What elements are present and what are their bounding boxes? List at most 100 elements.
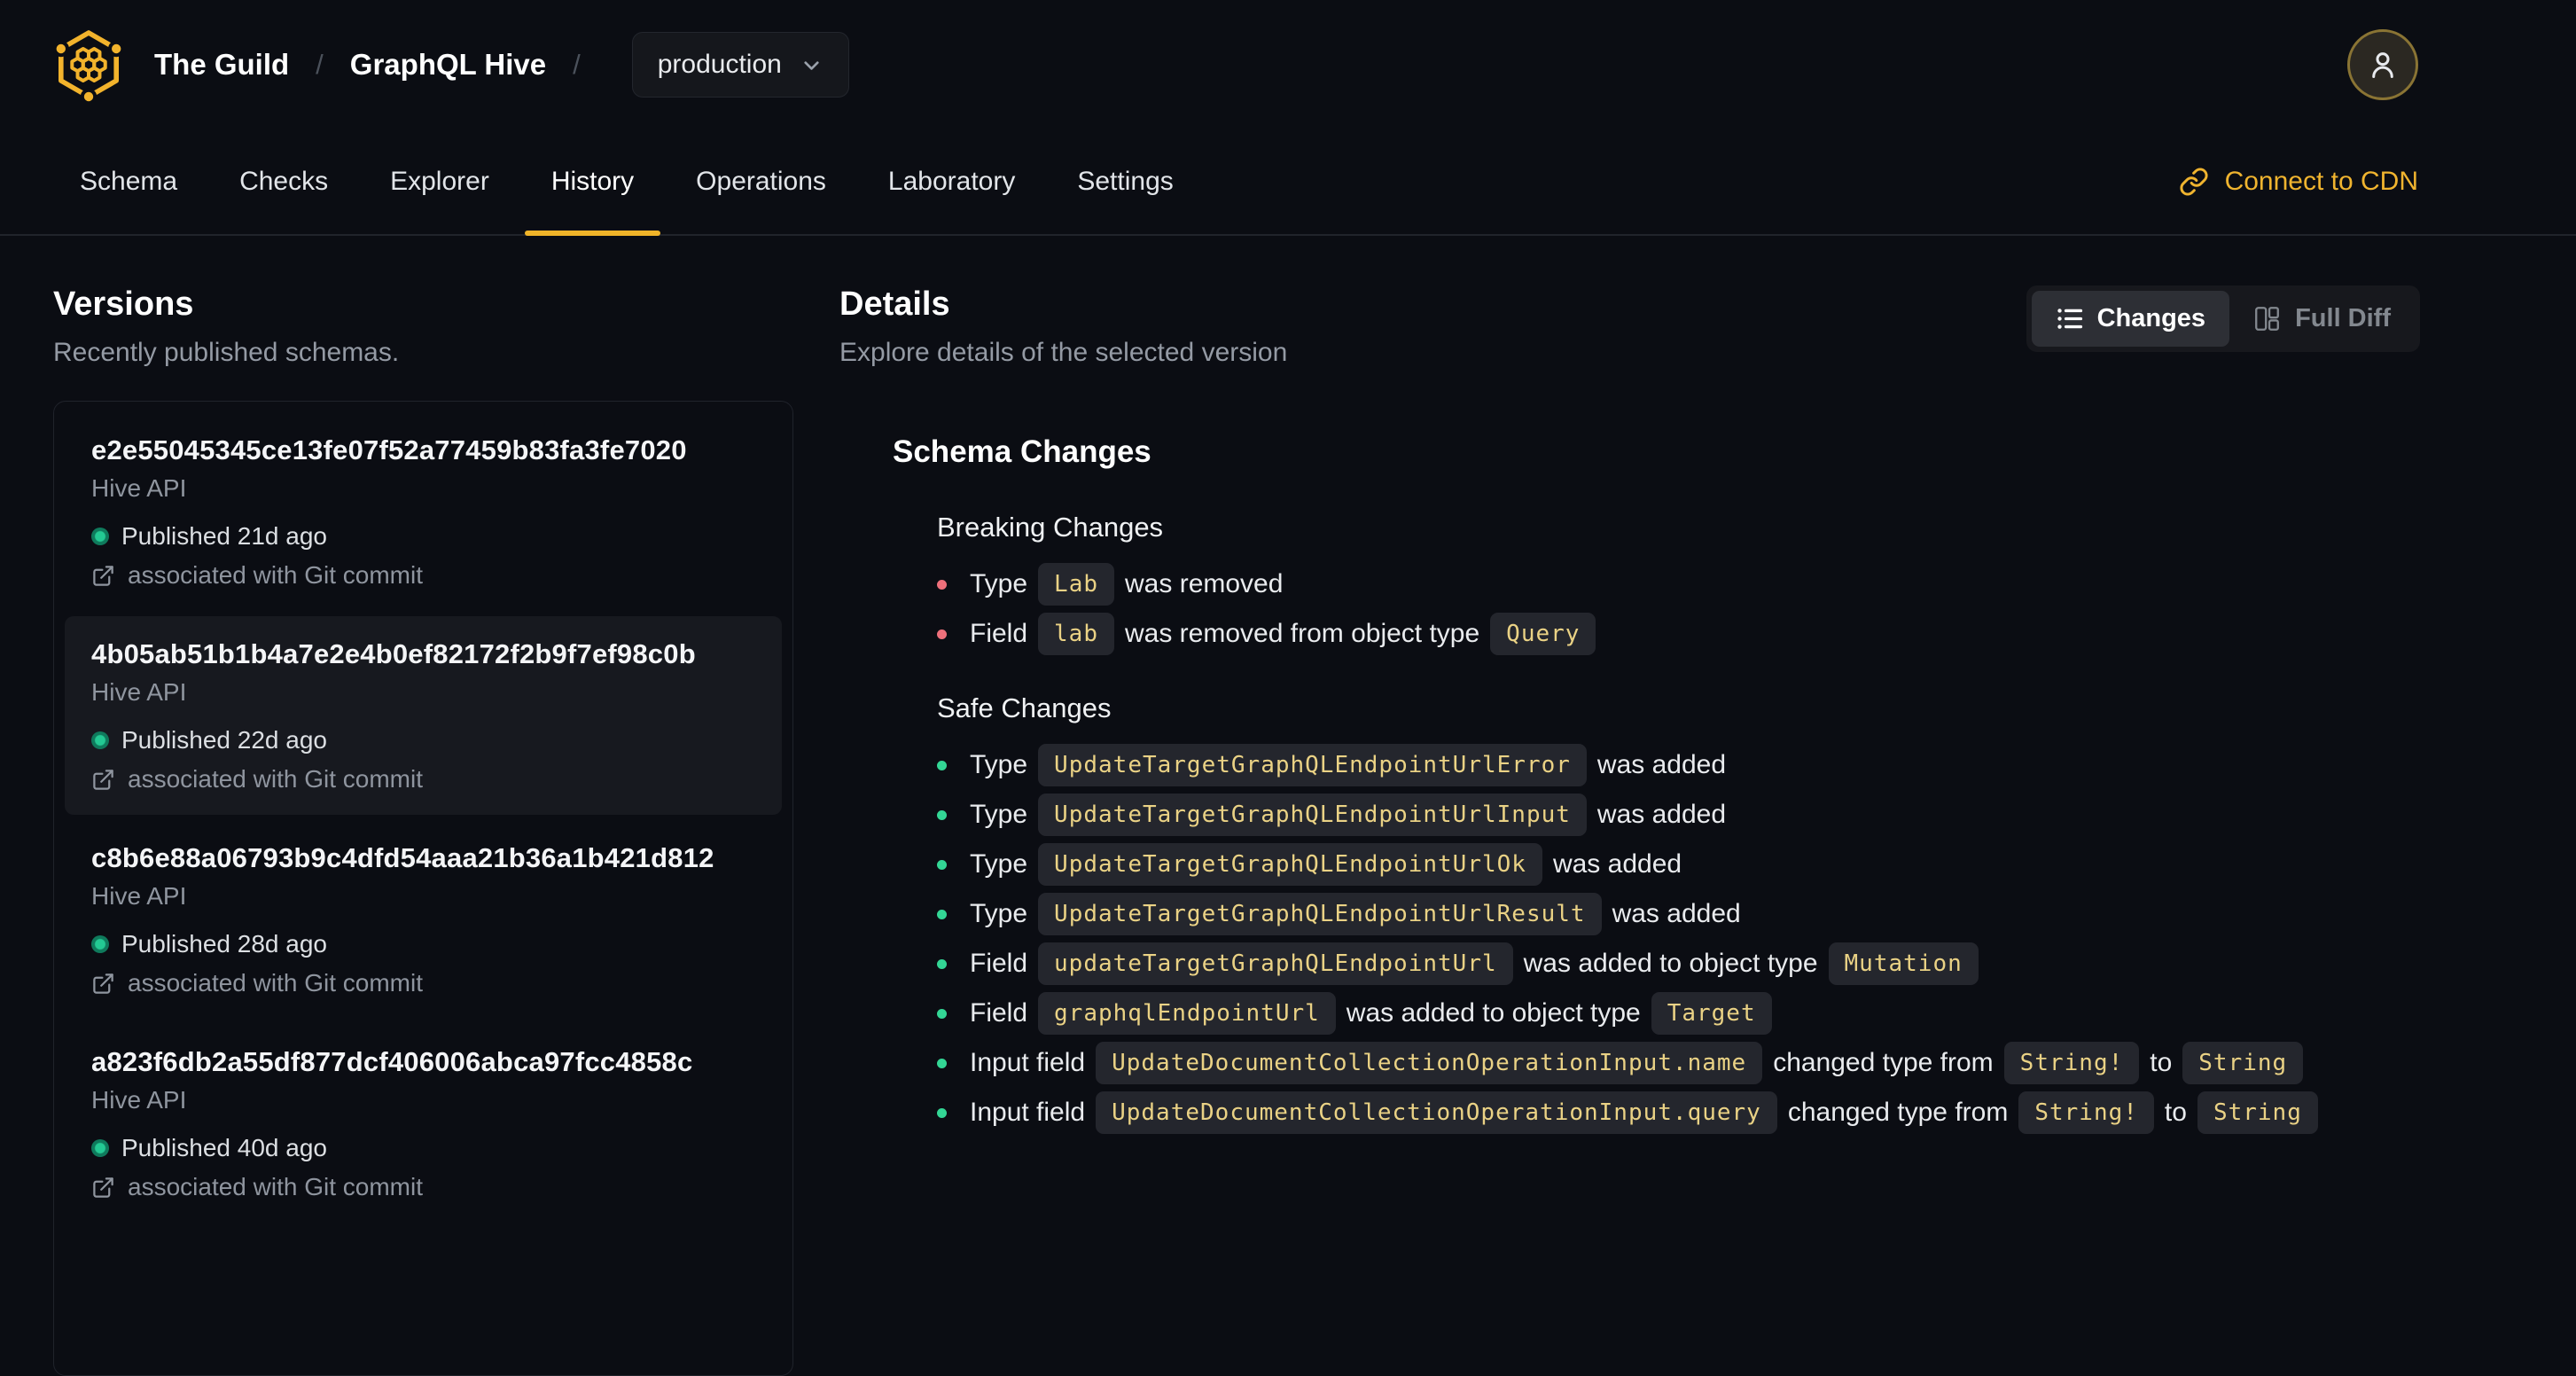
- git-commit-label: associated with Git commit: [128, 969, 423, 997]
- git-commit-link[interactable]: associated with Git commit: [91, 1173, 755, 1201]
- change-item: Field updateTargetGraphQLEndpointUrl was a…: [937, 942, 2420, 986]
- change-text: Input field: [970, 1048, 1086, 1077]
- target-selector-value: production: [657, 50, 782, 79]
- version-hash: c8b6e88a06793b9c4dfd54aaa21b36a1b421d812: [91, 842, 714, 873]
- breadcrumb-separator: /: [316, 49, 324, 80]
- change-text: was removed: [1125, 569, 1284, 598]
- change-bullet-icon: [937, 909, 947, 919]
- change-item: Type UpdateTargetGraphQLEndpointUrlInput w…: [937, 793, 2420, 837]
- code-chip: UpdateTargetGraphQLEndpointUrlError: [1038, 744, 1587, 786]
- tab-laboratory[interactable]: Laboratory: [886, 129, 1017, 234]
- change-item: Type Lab was removed: [937, 562, 2420, 606]
- details-title: Details: [839, 285, 950, 323]
- details-subtitle: Explore details of the selected version: [839, 338, 1288, 367]
- details-panel: Details Explore details of the selected …: [839, 284, 2420, 1376]
- version-card[interactable]: a823f6db2a55df877dcf406006abca97fcc4858c…: [65, 1024, 782, 1223]
- version-service: Hive API: [91, 474, 187, 502]
- connect-cdn-link[interactable]: Connect to CDN: [2179, 129, 2418, 234]
- change-text: was added to object type: [1346, 998, 1641, 1028]
- change-text: was added: [1552, 849, 1682, 879]
- full-diff-toggle-button[interactable]: Full Diff: [2229, 291, 2415, 347]
- git-commit-link[interactable]: associated with Git commit: [91, 561, 755, 590]
- details-header: Details Explore details of the selected …: [839, 284, 2420, 369]
- code-chip: String: [2182, 1042, 2304, 1084]
- status-dot-icon: [91, 935, 109, 953]
- change-bullet-icon: [937, 859, 947, 870]
- change-text: Type: [970, 750, 1028, 779]
- change-text: was added to object type: [1523, 949, 1818, 978]
- app-header: The Guild / GraphQL Hive / production: [0, 0, 2576, 129]
- version-hash: 4b05ab51b1b4a7e2e4b0ef82172f2b9f7ef98c0b: [91, 638, 696, 669]
- change-bullet-icon: [937, 1008, 947, 1019]
- changes-toggle-button[interactable]: Changes: [2031, 291, 2230, 347]
- code-chip: Query: [1490, 613, 1596, 655]
- status-dot-icon: [91, 528, 109, 545]
- versions-panel: Versions Recently published schemas. e2e…: [53, 284, 793, 1376]
- version-hash: e2e55045345ce13fe07f52a77459b83fa3fe7020: [91, 434, 687, 465]
- published-label: Published 40d ago: [121, 1134, 327, 1161]
- target-selector-button[interactable]: production: [631, 32, 849, 98]
- code-chip: graphqlEndpointUrl: [1038, 992, 1336, 1035]
- published-label: Published 21d ago: [121, 522, 327, 550]
- change-text: Field: [970, 949, 1028, 978]
- change-text: Type: [970, 569, 1028, 598]
- change-bullet-icon: [937, 1058, 947, 1068]
- tab-settings[interactable]: Settings: [1075, 129, 1175, 234]
- change-list: Type UpdateTargetGraphQLEndpointUrlError w…: [937, 743, 2420, 1135]
- version-meta: Published 21d ago associated with Git com…: [91, 522, 755, 590]
- change-group-title: Breaking Changes: [937, 512, 1164, 543]
- change-text: Field: [970, 619, 1028, 648]
- change-text: Input field: [970, 1098, 1086, 1127]
- tab-checks[interactable]: Checks: [238, 129, 330, 234]
- code-chip: updateTargetGraphQLEndpointUrl: [1038, 942, 1513, 985]
- version-card[interactable]: e2e55045345ce13fe07f52a77459b83fa3fe7020…: [65, 412, 782, 611]
- change-bullet-icon: [937, 760, 947, 770]
- change-item: Input field UpdateDocumentCollectionOpera…: [937, 1091, 2420, 1135]
- change-item: Field graphqlEndpointUrl was added to obje…: [937, 991, 2420, 1036]
- hive-logo-icon: [53, 30, 124, 102]
- code-chip: UpdateTargetGraphQLEndpointUrlInput: [1038, 794, 1587, 836]
- git-commit-link[interactable]: associated with Git commit: [91, 765, 755, 794]
- external-link-icon: [93, 1177, 113, 1198]
- breadcrumb: The Guild / GraphQL Hive / production: [53, 27, 849, 102]
- external-link-icon: [93, 973, 113, 994]
- code-chip: UpdateTargetGraphQLEndpointUrlResult: [1038, 893, 1602, 935]
- git-commit-label: associated with Git commit: [128, 1173, 423, 1200]
- change-bullet-icon: [937, 809, 947, 820]
- breadcrumb-project[interactable]: GraphQL Hive: [350, 48, 546, 82]
- tab-history[interactable]: History: [524, 129, 661, 236]
- external-link-icon: [93, 769, 113, 790]
- user-menu-button[interactable]: [2347, 29, 2418, 100]
- version-card[interactable]: 4b05ab51b1b4a7e2e4b0ef82172f2b9f7ef98c0b…: [65, 616, 782, 815]
- code-chip: UpdateDocumentCollectionOperationInput.q…: [1096, 1091, 1777, 1134]
- change-text: was added: [1612, 899, 1741, 928]
- change-text: Type: [970, 899, 1028, 928]
- change-group-title: Safe Changes: [937, 692, 1112, 723]
- tab-explorer[interactable]: Explorer: [388, 129, 491, 234]
- chevron-down-icon: [804, 60, 819, 70]
- published-status: Published 21d ago: [91, 522, 755, 551]
- change-text: Type: [970, 849, 1028, 879]
- change-text: to: [2164, 1098, 2187, 1127]
- change-item: Field lab was removed from object type Quer…: [937, 612, 2420, 656]
- code-chip: String!: [2018, 1091, 2154, 1134]
- external-link-icon: [93, 565, 113, 586]
- git-commit-label: associated with Git commit: [128, 765, 423, 793]
- version-meta: Published 22d ago associated with Git com…: [91, 726, 755, 794]
- code-chip: String: [2197, 1091, 2318, 1134]
- change-list: Type Lab was removed Field lab was removed fr…: [937, 562, 2420, 656]
- code-chip: Target: [1651, 992, 1772, 1035]
- tab-schema[interactable]: Schema: [78, 129, 179, 234]
- schema-changes-section: Schema Changes Breaking Changes Type Lab wa…: [839, 433, 2420, 1135]
- version-meta: Published 28d ago associated with Git com…: [91, 930, 755, 997]
- versions-subtitle: Recently published schemas.: [53, 338, 400, 367]
- breadcrumb-org[interactable]: The Guild: [154, 48, 289, 82]
- git-commit-link[interactable]: associated with Git commit: [91, 969, 755, 997]
- tab-operations[interactable]: Operations: [694, 129, 828, 234]
- full-diff-toggle-label: Full Diff: [2295, 304, 2391, 332]
- published-status: Published 40d ago: [91, 1134, 755, 1162]
- version-card[interactable]: c8b6e88a06793b9c4dfd54aaa21b36a1b421d812…: [65, 820, 782, 1019]
- version-list: e2e55045345ce13fe07f52a77459b83fa3fe7020…: [53, 401, 793, 1376]
- change-item: Input field UpdateDocumentCollectionOpera…: [937, 1041, 2420, 1085]
- main-content: Versions Recently published schemas. e2e…: [0, 236, 2576, 1376]
